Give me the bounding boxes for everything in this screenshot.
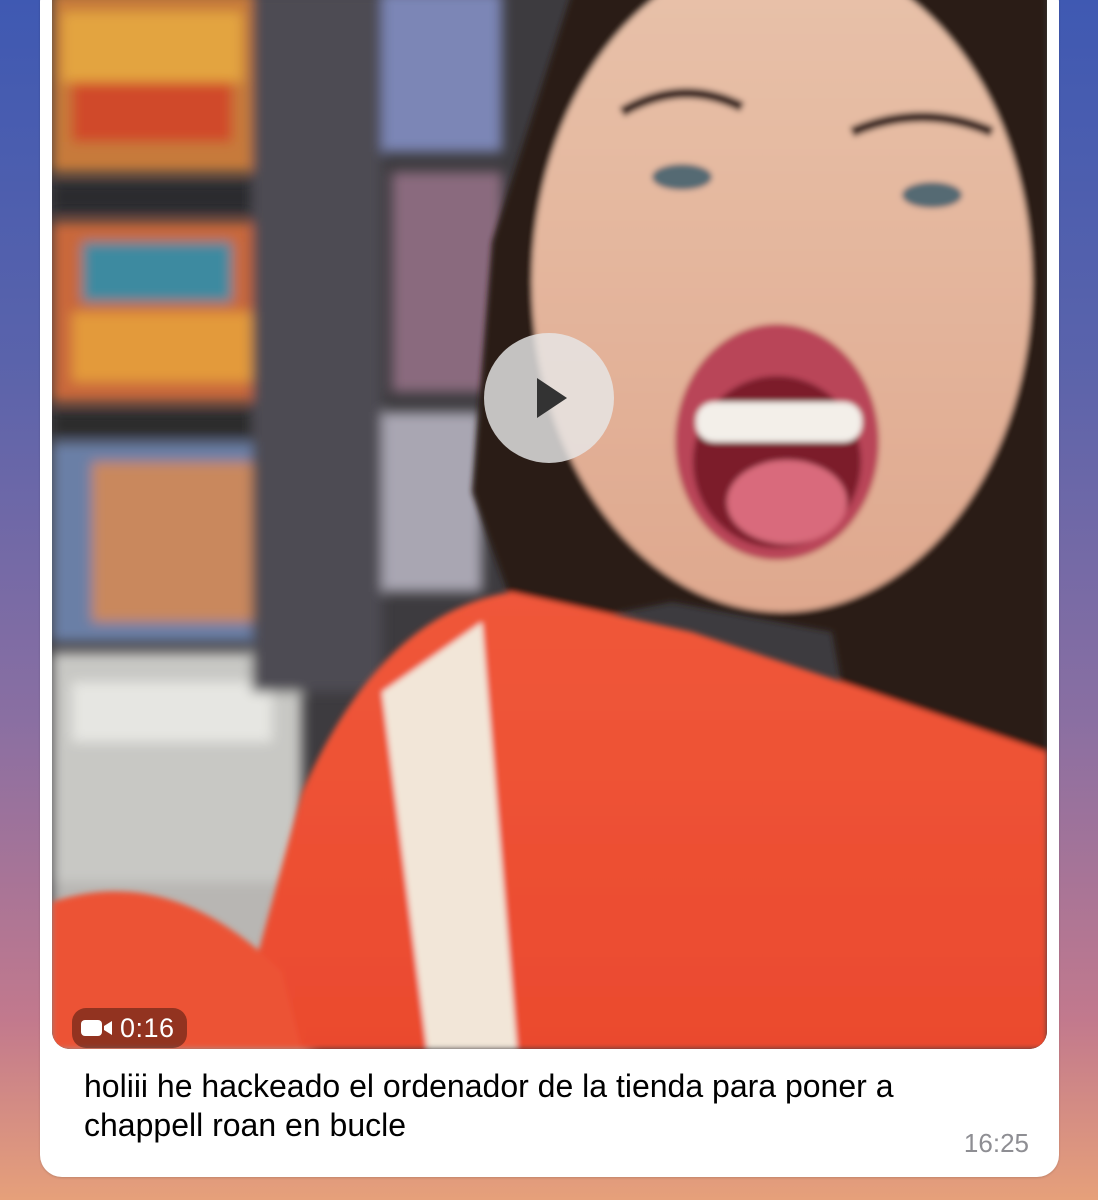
- video-frame-image: [52, 0, 1047, 1049]
- video-thumbnail[interactable]: 0:16: [52, 0, 1047, 1049]
- play-icon: [537, 378, 567, 418]
- message-timestamp: 16:25: [963, 1128, 1029, 1158]
- play-button[interactable]: [484, 333, 614, 463]
- video-duration: 0:16: [120, 1012, 175, 1043]
- message-caption: holiii he hackeado el ordenador de la ti…: [84, 1068, 894, 1143]
- message-bubble[interactable]: 0:16 holiii he hackeado el ordenador de …: [40, 0, 1059, 1177]
- video-camera-icon: [81, 1020, 112, 1036]
- video-duration-badge: 0:16: [72, 1008, 187, 1048]
